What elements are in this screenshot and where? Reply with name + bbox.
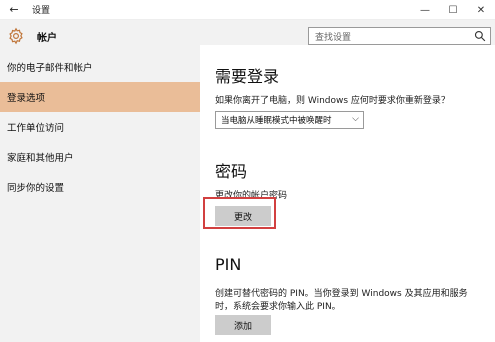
close-icon: ✕: [476, 4, 486, 16]
back-arrow-icon: ←: [9, 3, 19, 16]
require-signin-description: 如果你离开了电脑，则 Windows 应何时要求你重新登录？: [215, 96, 450, 106]
pin-description-line1: 创建可替代密码的 PIN。当你登录到 Windows 及其应用和服务: [215, 289, 468, 299]
sidebar-item-label: 登录选项: [7, 93, 46, 104]
chevron-down-icon: ⌵: [352, 114, 359, 124]
pin-description-line2: 时，系统会要求你输入此 PIN。: [215, 302, 341, 312]
sidebar-item-work-access[interactable]: 工作单位访问: [0, 112, 200, 142]
search-input[interactable]: 查找设置: [308, 27, 491, 45]
maximize-button[interactable]: ☐: [439, 0, 467, 20]
sidebar-item-label: 同步你的设置: [7, 183, 65, 194]
main-content: 需要登录 如果你离开了电脑，则 Windows 应何时要求你重新登录？ 当电脑从…: [200, 45, 495, 342]
sidebar-header: 帐户: [0, 20, 200, 52]
sidebar-item-label: 你的电子邮件和帐户: [7, 63, 93, 74]
maximize-icon: ☐: [448, 4, 458, 16]
sidebar-title: 帐户: [37, 32, 57, 44]
sidebar-item-family-users[interactable]: 家庭和其他用户: [0, 142, 200, 172]
dropdown-value: 当电脑从睡眠模式中被唤醒时: [221, 116, 332, 126]
sidebar-item-label: 家庭和其他用户: [7, 153, 74, 164]
window-title: 设置: [32, 6, 51, 16]
pin-heading: PIN: [215, 255, 242, 274]
signin-required-select[interactable]: 当电脑从睡眠模式中被唤醒时 ⌵: [215, 111, 364, 129]
require-signin-heading: 需要登录: [215, 67, 280, 86]
add-pin-button[interactable]: 添加: [215, 315, 271, 335]
sidebar: 帐户 你的电子邮件和帐户 登录选项 工作单位访问 家庭和其他用户 同步你的设置: [0, 20, 200, 342]
sidebar-item-label: 工作单位访问: [7, 123, 65, 134]
window-controls: — ☐ ✕: [411, 0, 495, 20]
button-label: 添加: [233, 321, 252, 332]
minimize-icon: —: [420, 4, 430, 16]
password-heading: 密码: [215, 162, 248, 181]
sidebar-item-email-accounts[interactable]: 你的电子邮件和帐户: [0, 52, 200, 82]
highlight-box: [203, 197, 276, 229]
title-bar: ← 设置 — ☐ ✕: [0, 0, 495, 20]
close-button[interactable]: ✕: [467, 0, 495, 20]
search-placeholder: 查找设置: [315, 32, 352, 43]
back-button[interactable]: ←: [0, 0, 28, 20]
sidebar-item-sync-settings[interactable]: 同步你的设置: [0, 172, 200, 202]
sidebar-item-signin-options[interactable]: 登录选项: [0, 82, 200, 112]
search-icon[interactable]: [474, 30, 486, 42]
minimize-button[interactable]: —: [411, 0, 439, 20]
gear-icon: [7, 27, 25, 45]
